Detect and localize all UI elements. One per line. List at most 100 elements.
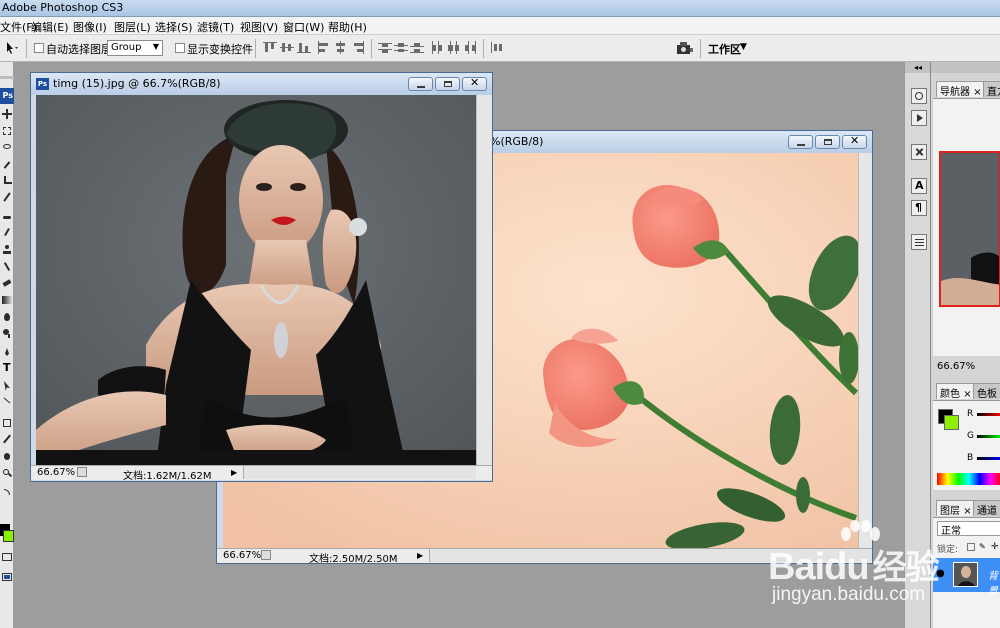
quick-mask-icon[interactable] — [2, 552, 12, 562]
align-right-icon[interactable] — [351, 41, 365, 54]
history-panel-icon[interactable] — [911, 88, 927, 104]
close-icon[interactable]: × — [963, 389, 971, 400]
vertical-scrollbar[interactable] — [476, 95, 492, 465]
shape-tool[interactable] — [2, 397, 12, 408]
navigator-preview[interactable] — [939, 151, 1000, 307]
layer-comps-icon[interactable] — [911, 234, 927, 250]
menu-filter[interactable]: 滤镜(T) — [197, 19, 234, 35]
status-menu-arrow-icon[interactable]: ▶ — [417, 551, 423, 560]
lock-pixels-icon[interactable]: ✎ — [979, 542, 987, 551]
tab-color[interactable]: 颜色 × — [936, 383, 976, 400]
workspace-button[interactable]: 工作区 — [708, 41, 741, 57]
menu-window[interactable]: 窗口(W) — [283, 19, 324, 35]
path-selection-tool[interactable] — [2, 381, 12, 391]
close-icon[interactable]: × — [973, 87, 981, 98]
channel-g-slider[interactable] — [977, 435, 1000, 438]
navigator-zoom[interactable]: 66.67% — [937, 361, 975, 372]
minimize-button[interactable] — [408, 77, 433, 91]
lock-position-icon[interactable]: ✛ — [991, 542, 1000, 552]
type-tool[interactable]: T — [2, 361, 12, 374]
move-tool-icon[interactable] — [2, 41, 18, 55]
auto-align-icon[interactable] — [490, 41, 504, 54]
tab-channels[interactable]: 通道 — [973, 500, 1000, 517]
auto-select-dropdown[interactable]: Group ▼ — [107, 40, 163, 56]
menu-edit[interactable]: 编辑(E) — [31, 19, 69, 35]
status-info-icon[interactable] — [261, 550, 271, 560]
chevron-down-icon[interactable]: ▼ — [740, 42, 747, 52]
horizontal-scrollbar[interactable] — [243, 466, 476, 479]
crop-tool[interactable] — [2, 176, 12, 186]
document-window-portrait[interactable]: Ps timg (15).jpg @ 66.7%(RGB/8) ✕ 66.67%… — [30, 72, 493, 482]
clone-stamp-tool[interactable] — [2, 245, 12, 255]
tool-presets-icon[interactable] — [911, 144, 927, 160]
menu-view[interactable]: 视图(V) — [240, 19, 278, 35]
maximize-button[interactable] — [815, 135, 840, 149]
character-panel-icon[interactable]: A — [911, 178, 927, 194]
align-left-icon[interactable] — [317, 41, 331, 54]
document-title-bar[interactable]: Ps timg (15).jpg @ 66.7%(RGB/8) ✕ — [31, 73, 492, 95]
panel-dock-header[interactable] — [931, 62, 1000, 73]
zoom-level[interactable]: 66.67% — [223, 550, 261, 561]
brush-tool[interactable] — [2, 228, 12, 238]
tab-histogram[interactable]: 直方 — [983, 81, 1000, 98]
dodge-tool[interactable] — [2, 328, 12, 338]
close-button[interactable]: ✕ — [842, 134, 867, 149]
lasso-tool[interactable] — [2, 142, 12, 152]
align-vcenter-icon[interactable] — [280, 41, 294, 54]
maximize-button[interactable] — [435, 77, 460, 91]
hand-tool[interactable] — [2, 451, 12, 461]
layer-name[interactable]: 背景 — [988, 567, 1000, 597]
align-bottom-icon[interactable] — [297, 41, 311, 54]
tab-navigator[interactable]: 导航器 × — [936, 81, 986, 98]
blend-mode-dropdown[interactable]: 正常 — [937, 521, 1000, 537]
menu-help[interactable]: 帮助(H) — [328, 19, 367, 35]
notes-tool[interactable] — [2, 418, 12, 428]
distribute-top-icon[interactable] — [378, 41, 392, 54]
history-brush-tool[interactable] — [2, 262, 12, 272]
slice-tool[interactable] — [2, 192, 12, 202]
show-transform-checkbox[interactable] — [175, 43, 185, 53]
zoom-tool[interactable] — [2, 468, 13, 478]
move-tool[interactable] — [2, 109, 12, 119]
status-info-icon[interactable] — [77, 467, 87, 477]
screen-mode-icon[interactable] — [2, 572, 12, 582]
distribute-bottom-icon[interactable] — [410, 41, 424, 54]
color-spectrum-ramp[interactable] — [937, 473, 1000, 485]
distribute-left-icon[interactable] — [431, 41, 445, 54]
file-browser-icon[interactable] — [676, 40, 694, 56]
eraser-tool[interactable] — [2, 278, 12, 288]
collapse-arrows-icon[interactable]: ◂◂ — [905, 62, 931, 73]
tab-swatches[interactable]: 色板 — [973, 383, 1000, 400]
channel-r-slider[interactable] — [977, 413, 1000, 416]
close-icon[interactable]: × — [963, 506, 971, 517]
distribute-vcenter-icon[interactable] — [394, 41, 408, 54]
vertical-scrollbar[interactable] — [858, 153, 872, 548]
tab-layers[interactable]: 图层 × — [936, 500, 976, 517]
status-menu-arrow-icon[interactable]: ▶ — [231, 468, 237, 477]
channel-b-slider[interactable] — [977, 457, 1000, 460]
background-color-swatch[interactable] — [3, 530, 14, 542]
eyedropper-tool[interactable] — [2, 434, 12, 444]
align-top-icon[interactable] — [263, 41, 277, 54]
portrait-canvas[interactable] — [36, 95, 476, 465]
marquee-tool[interactable] — [2, 126, 12, 136]
menu-select[interactable]: 选择(S) — [155, 19, 193, 35]
layer-row[interactable]: ● 背景 — [933, 558, 1000, 597]
actions-panel-icon[interactable] — [911, 110, 927, 126]
gradient-tool[interactable] — [2, 295, 12, 305]
distribute-hcenter-icon[interactable] — [447, 41, 461, 54]
zoom-level[interactable]: 66.67% — [37, 467, 75, 478]
swap-colors-icon[interactable] — [2, 487, 12, 497]
blur-tool[interactable] — [2, 312, 12, 322]
auto-select-checkbox[interactable] — [34, 43, 44, 53]
align-hcenter-icon[interactable] — [334, 41, 348, 54]
minimize-button[interactable] — [788, 135, 813, 149]
panel-grip[interactable] — [0, 76, 14, 79]
menu-image[interactable]: 图像(I) — [73, 19, 107, 35]
distribute-right-icon[interactable] — [463, 41, 477, 54]
lock-transparent-icon[interactable] — [967, 543, 975, 551]
color-background-swatch[interactable] — [944, 415, 959, 430]
menu-layer[interactable]: 图层(L) — [114, 19, 151, 35]
pen-tool[interactable] — [2, 348, 12, 358]
healing-brush-tool[interactable] — [2, 212, 12, 222]
